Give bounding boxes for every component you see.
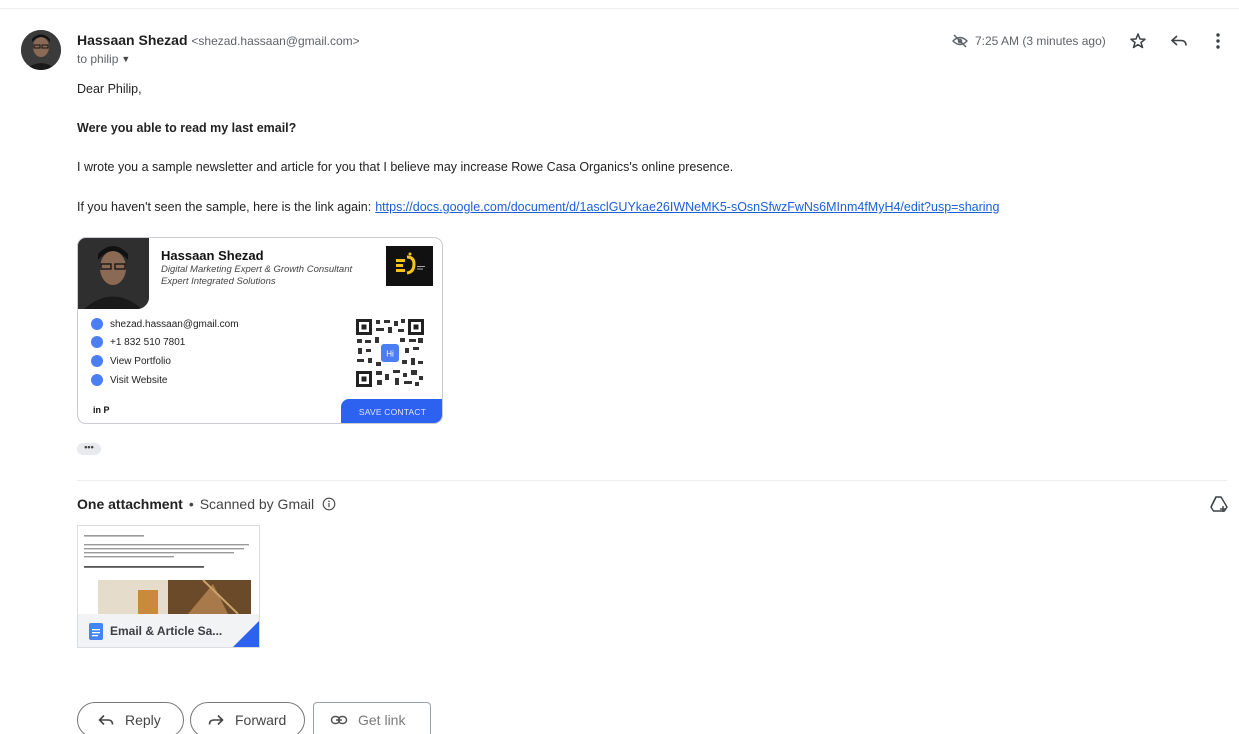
reply-icon[interactable] xyxy=(1169,31,1189,51)
website-label: Visit Website xyxy=(110,374,168,386)
message-time: 7:25 AM (3 minutes ago) xyxy=(975,34,1106,48)
signature-email: shezad.hassaan@gmail.com xyxy=(110,318,239,330)
portfolio-label: View Portfolio xyxy=(110,355,171,367)
email-paragraph: I wrote you a sample newsletter and arti… xyxy=(77,160,734,174)
details-dropdown-icon[interactable]: ▼ xyxy=(121,54,130,64)
attachments-header: One attachment • Scanned by Gmail xyxy=(77,496,336,514)
signature-company: Expert Integrated Solutions xyxy=(161,276,276,287)
signature-email-row[interactable]: shezad.hassaan@gmail.com xyxy=(91,318,239,330)
sender-line: Hassaan Shezad <shezad.hassaan@gmail.com… xyxy=(77,32,360,48)
reply-button[interactable]: Reply xyxy=(77,702,184,734)
company-logo xyxy=(386,246,433,286)
attachment-card[interactable]: Email & Article Sa... xyxy=(77,525,260,648)
attachments-title: One attachment xyxy=(77,496,183,512)
link-chain-icon xyxy=(330,711,348,729)
forward-button[interactable]: Forward xyxy=(190,702,305,734)
top-divider xyxy=(0,8,1239,9)
sender-name[interactable]: Hassaan Shezad xyxy=(77,32,188,48)
signature-phone-row[interactable]: +1 832 510 7801 xyxy=(91,336,185,348)
add-to-drive-icon[interactable] xyxy=(1209,494,1229,514)
email-greeting: Dear Philip, xyxy=(77,82,142,96)
attachment-name: Email & Article Sa... xyxy=(110,624,223,638)
signature-phone: +1 832 510 7801 xyxy=(110,336,186,348)
separator-dot: • xyxy=(188,496,194,512)
scanned-label: Scanned by Gmail xyxy=(199,496,315,512)
qr-code: Hi xyxy=(355,318,425,388)
page-corner-fold xyxy=(231,619,259,647)
forward-arrow-icon xyxy=(207,711,225,729)
eye-off-icon xyxy=(951,31,969,51)
get-link-label: Get link xyxy=(358,712,406,728)
signature-portfolio-link[interactable]: View Portfolio xyxy=(91,355,171,367)
social-links[interactable]: in P xyxy=(93,405,110,415)
document-link[interactable]: https://docs.google.com/document/d/1ascl… xyxy=(375,200,999,214)
link-intro: If you haven't seen the sample, here is … xyxy=(77,200,372,214)
link-icon xyxy=(91,355,103,367)
mail-icon xyxy=(91,318,103,330)
attachments-divider xyxy=(77,480,1227,481)
google-docs-icon xyxy=(89,623,103,640)
qr-badge: Hi xyxy=(386,350,394,359)
globe-icon xyxy=(91,374,103,386)
signature-title: Digital Marketing Expert & Growth Consul… xyxy=(161,264,353,275)
recipient-line[interactable]: to philip ▼ xyxy=(77,52,130,66)
info-icon[interactable] xyxy=(322,497,336,514)
phone-icon xyxy=(91,336,103,348)
recipient-label: to philip xyxy=(77,52,119,66)
signature-photo xyxy=(78,238,149,309)
signature-name: Hassaan Shezad xyxy=(161,248,264,263)
email-signature-card: Hassaan Shezad Digital Marketing Expert … xyxy=(77,237,443,424)
get-link-button[interactable]: Get link xyxy=(313,702,431,734)
attachment-footer: Email & Article Sa... xyxy=(78,614,259,647)
forward-label: Forward xyxy=(235,712,287,728)
signature-website-link[interactable]: Visit Website xyxy=(91,374,167,386)
email-link-line: If you haven't seen the sample, here is … xyxy=(77,200,999,214)
sender-avatar[interactable] xyxy=(21,30,61,70)
sender-email: <shezad.hassaan@gmail.com> xyxy=(191,34,360,48)
attachment-preview xyxy=(78,526,259,615)
more-vert-icon[interactable] xyxy=(1210,31,1226,51)
star-icon[interactable] xyxy=(1128,31,1148,51)
email-question: Were you able to read my last email? xyxy=(77,121,297,135)
save-contact-button[interactable]: SAVE CONTACT xyxy=(341,399,442,423)
show-trimmed-content-button[interactable]: ••• xyxy=(77,443,101,455)
reply-arrow-icon xyxy=(97,711,115,729)
reply-label: Reply xyxy=(125,712,161,728)
